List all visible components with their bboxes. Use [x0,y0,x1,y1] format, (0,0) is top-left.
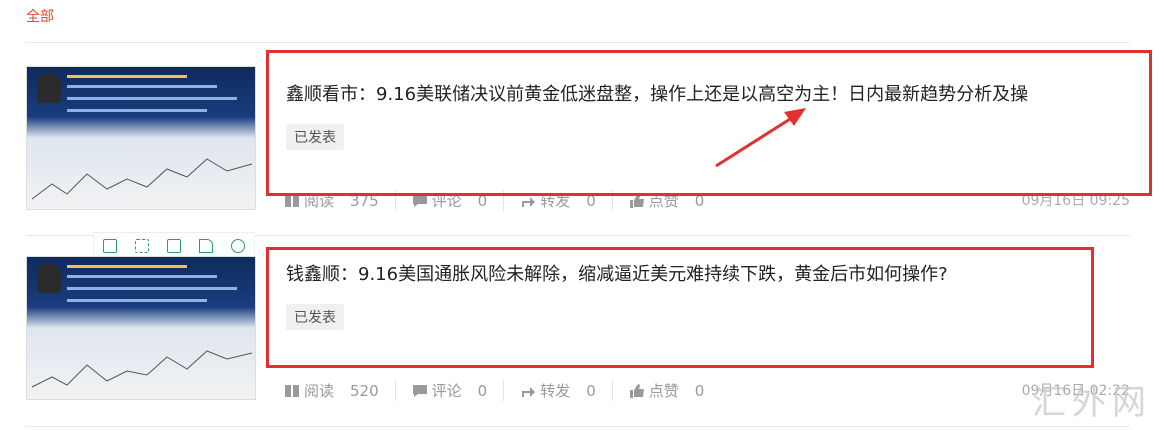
like-label: 点赞 [648,382,679,400]
forward-icon [522,386,536,397]
read-count: 520 [350,381,379,400]
like-stat[interactable]: 点赞 0 [629,380,721,401]
comment-icon [412,384,427,397]
like-icon [629,383,644,398]
like-count: 0 [694,381,705,400]
article-thumbnail[interactable] [26,66,256,210]
divider [26,42,1130,43]
author-photo [37,263,61,293]
comment-count: 0 [477,381,488,400]
forward-label: 转发 [540,382,571,400]
read-label: 阅读 [304,382,335,400]
divider [26,426,1130,427]
save-icon[interactable] [167,239,181,253]
comment-label: 评论 [431,382,462,400]
article-stats: 阅读 520 评论 0 转发 0 点赞 0 [284,380,736,401]
highlight-box [266,247,1094,368]
forward-count: 0 [586,381,596,400]
author-photo [37,73,61,103]
expand-icon[interactable] [135,239,149,253]
settings-icon[interactable] [231,239,245,253]
article-thumbnail[interactable] [26,256,256,400]
watermark: 汇外网 [1032,383,1152,423]
tab-all[interactable]: 全部 [26,6,54,26]
comment-stat[interactable]: 评论 0 [412,380,505,401]
highlight-box [266,50,1152,196]
chart-sketch [31,350,253,388]
annotation-arrow [715,108,806,168]
phone-icon[interactable] [103,239,117,253]
forward-stat[interactable]: 转发 0 [520,380,613,401]
chart-sketch [31,158,253,200]
share-icon[interactable] [199,239,213,253]
read-icon [285,384,299,397]
read-stat: 阅读 520 [284,380,396,401]
